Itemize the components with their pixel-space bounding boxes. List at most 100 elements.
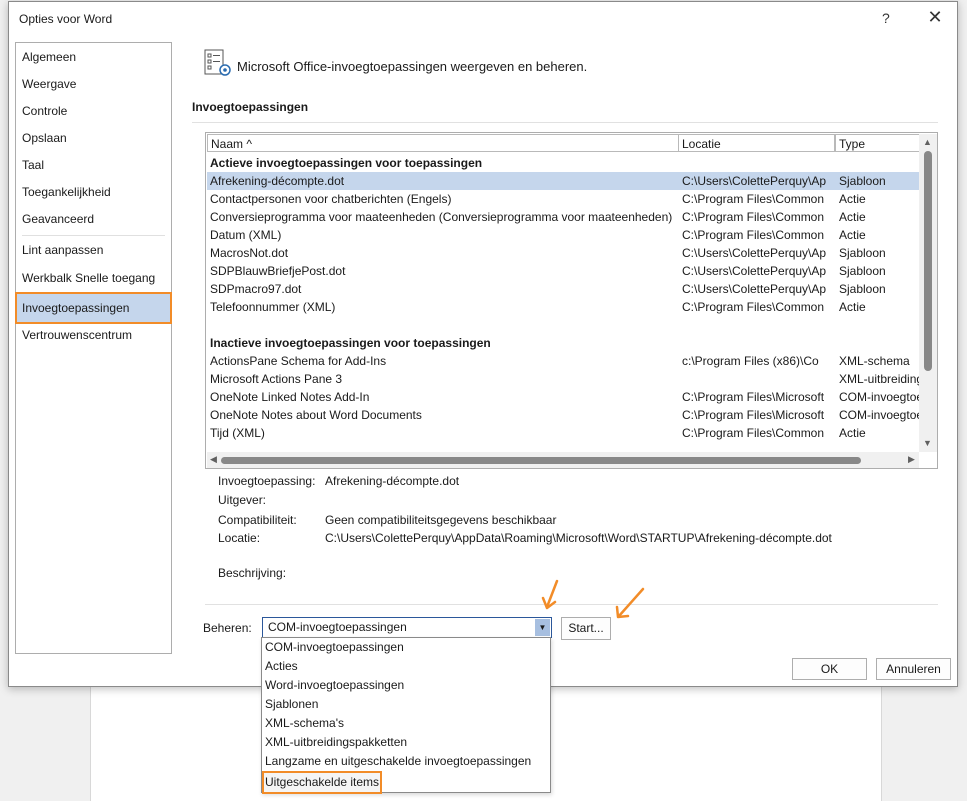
horizontal-scrollbar[interactable]: ◀ ▶ (207, 452, 919, 468)
chevron-down-icon[interactable]: ▼ (535, 619, 550, 636)
cell-type: Actie (839, 210, 866, 224)
nav-separator (22, 235, 165, 236)
cell-name: OneNote Linked Notes Add-In (210, 390, 370, 404)
start-button[interactable]: Start... (561, 617, 611, 640)
cell-type: COM-invoegtoe (839, 408, 919, 422)
manage-select[interactable]: COM-invoegtoepassingen ▼ (262, 617, 552, 638)
nav-item-taal[interactable]: Taal (22, 154, 44, 176)
annotation-arrow-icon (541, 579, 559, 610)
help-button[interactable]: ? (882, 10, 890, 26)
cell-type: Actie (839, 228, 866, 242)
close-button[interactable]: ✕ (925, 7, 945, 29)
horizontal-scroll-thumb[interactable] (221, 457, 861, 464)
group-header-active: Actieve invoegtoepassingen voor toepassi… (207, 154, 919, 172)
nav-item-controle[interactable]: Controle (22, 100, 67, 122)
detail-label-location: Locatie: (218, 531, 261, 545)
table-row[interactable]: Conversieprogramma voor maateenheden (Co… (207, 208, 919, 226)
table-row[interactable]: MacrosNot.dot C:\Users\ColettePerquy\Ap … (207, 244, 919, 262)
manage-label: Beheren: (203, 621, 252, 635)
group-header-inactive: Inactieve invoegtoepassingen voor toepas… (207, 334, 919, 352)
cell-type: Actie (839, 192, 866, 206)
nav-item-weergave[interactable]: Weergave (22, 73, 76, 95)
column-header-location[interactable]: Locatie (678, 134, 835, 152)
detail-label-compatibility: Compatibiliteit: (218, 513, 297, 527)
nav-item-opslaan[interactable]: Opslaan (22, 127, 67, 149)
dropdown-option[interactable]: Acties (265, 657, 298, 676)
header-text: Microsoft Office-invoegtoepassingen weer… (237, 59, 588, 74)
manage-dropdown-list[interactable]: COM-invoegtoepassingen Acties Word-invoe… (261, 637, 551, 794)
scroll-left-icon[interactable]: ◀ (210, 454, 217, 465)
cell-location: C:\Users\ColettePerquy\Ap (682, 246, 827, 260)
scroll-down-icon[interactable]: ▼ (923, 438, 932, 448)
table-row[interactable]: Tijd (XML) C:\Program Files\Common Actie (207, 424, 919, 442)
dialog-title: Opties voor Word (19, 12, 113, 26)
cell-location: C:\Program Files\Microsoft (682, 408, 825, 422)
table-row[interactable]: OneNote Linked Notes Add-In C:\Program F… (207, 388, 919, 406)
detail-value-addin: Afrekening-décompte.dot (325, 474, 460, 488)
cell-location: C:\Users\ColettePerquy\Ap (682, 174, 827, 188)
cell-name: Conversieprogramma voor maateenheden (Co… (210, 210, 673, 224)
nav-item-geavanceerd[interactable]: Geavanceerd (22, 208, 94, 230)
dropdown-option[interactable]: XML-schema's (265, 714, 344, 733)
table-row[interactable]: OneNote Notes about Word Documents C:\Pr… (207, 406, 919, 424)
section-divider (192, 122, 938, 123)
cell-location (682, 370, 827, 388)
group-title: Inactieve invoegtoepassingen voor toepas… (210, 336, 491, 350)
detail-label-description: Beschrijving: (218, 566, 287, 580)
table-row[interactable]: SDPBlauwBriefjePost.dot C:\Users\Colette… (207, 262, 919, 280)
scroll-up-icon[interactable]: ▲ (923, 137, 932, 147)
column-header-type[interactable]: Type (835, 134, 921, 152)
section-title: Invoegtoepassingen (192, 100, 309, 114)
addins-icon (204, 49, 231, 76)
addins-list[interactable]: Naam ^ Locatie Type Actieve invoegtoepas… (205, 132, 938, 469)
cell-name: MacrosNot.dot (210, 246, 289, 260)
cell-type: XML-schema (839, 354, 910, 368)
word-options-dialog: Opties voor Word ? ✕ Algemeen Weergave C… (8, 1, 958, 687)
column-header-name[interactable]: Naam ^ (207, 134, 679, 152)
cell-location: C:\Program Files\Microsoft (682, 390, 825, 404)
ok-button[interactable]: OK (792, 658, 867, 680)
options-nav: Algemeen Weergave Controle Opslaan Taal … (15, 42, 172, 654)
table-row[interactable]: Telefoonnummer (XML) C:\Program Files\Co… (207, 298, 919, 316)
nav-item-toegankelijkheid[interactable]: Toegankelijkheid (22, 181, 111, 203)
nav-item-algemeen[interactable]: Algemeen (22, 46, 76, 68)
cell-type: Sjabloon (839, 282, 886, 296)
detail-label-addin: Invoegtoepassing: (218, 474, 316, 488)
cell-location: C:\Program Files\Common (682, 300, 825, 314)
nav-item-werkbalk[interactable]: Werkbalk Snelle toegang (22, 267, 155, 289)
cell-type: Actie (839, 426, 866, 440)
table-row[interactable]: Microsoft Actions Pane 3 XML-uitbreiding… (207, 370, 919, 388)
cell-location: C:\Program Files\Common (682, 228, 825, 242)
table-row[interactable]: ActionsPane Schema for Add-Ins c:\Progra… (207, 352, 919, 370)
dropdown-option-disabled-items[interactable]: Uitgeschakelde items (265, 773, 379, 792)
dropdown-option[interactable]: COM-invoegtoepassingen (265, 638, 404, 657)
cell-name: Tijd (XML) (210, 426, 265, 440)
cell-type: Sjabloon (839, 264, 886, 278)
dropdown-option[interactable]: Langzame en uitgeschakelde invoegtoepass… (265, 752, 531, 771)
bottom-divider (205, 604, 938, 605)
table-row[interactable]: SDPmacro97.dot C:\Users\ColettePerquy\Ap… (207, 280, 919, 298)
cancel-button[interactable]: Annuleren (876, 658, 951, 680)
detail-label-publisher: Uitgever: (218, 493, 267, 507)
table-row[interactable]: Afrekening-décompte.dot C:\Users\Colette… (207, 172, 919, 190)
scroll-right-icon[interactable]: ▶ (908, 454, 915, 465)
dropdown-option[interactable]: Word-invoegtoepassingen (265, 676, 404, 695)
nav-item-invoegtoepassingen[interactable]: Invoegtoepassingen (22, 297, 129, 319)
vertical-scroll-thumb[interactable] (924, 151, 932, 371)
cell-location: c:\Program Files (x86)\Co (682, 354, 819, 368)
vertical-scrollbar[interactable]: ▲ ▼ (919, 134, 937, 452)
dropdown-option[interactable]: Sjablonen (265, 695, 318, 714)
annotation-arrow-icon (615, 587, 645, 619)
group-title: Actieve invoegtoepassingen voor toepassi… (210, 156, 483, 170)
detail-value-compatibility: Geen compatibiliteitsgegevens beschikbaa… (325, 513, 557, 527)
manage-select-value: COM-invoegtoepassingen (268, 620, 407, 634)
table-row[interactable]: Contactpersonen voor chatberichten (Enge… (207, 190, 919, 208)
cell-name: SDPmacro97.dot (210, 282, 302, 296)
table-row[interactable]: Datum (XML) C:\Program Files\Common Acti… (207, 226, 919, 244)
nav-item-vertrouwenscentrum[interactable]: Vertrouwenscentrum (22, 324, 132, 346)
cell-name: SDPBlauwBriefjePost.dot (210, 264, 346, 278)
cell-type: Sjabloon (839, 246, 886, 260)
cell-type: COM-invoegtoe (839, 390, 919, 404)
nav-item-lint-aanpassen[interactable]: Lint aanpassen (22, 239, 103, 261)
dropdown-option[interactable]: XML-uitbreidingspakketten (265, 733, 407, 752)
